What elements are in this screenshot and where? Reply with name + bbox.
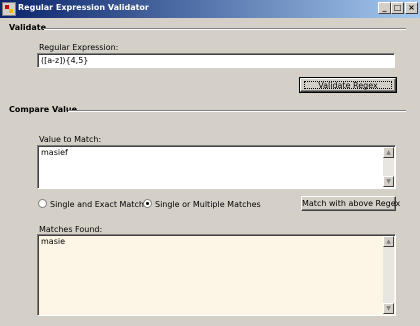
validate-group-title: Validate (9, 23, 47, 32)
focus-indicator (304, 81, 392, 89)
window-title: Regular Expression Validator (18, 3, 149, 12)
matches-scrollbar[interactable]: ▲ ▼ (383, 236, 394, 314)
radio-single-or-multiple[interactable] (143, 199, 152, 208)
regex-input[interactable]: ([a-z]){4,5} (37, 53, 395, 68)
scroll-down-icon[interactable]: ▼ (383, 303, 394, 314)
regex-label: Regular Expression: (39, 43, 119, 52)
app-icon (2, 2, 16, 16)
compare-group-divider (68, 110, 406, 112)
validate-group-divider (44, 28, 406, 30)
scroll-up-icon[interactable]: ▲ (383, 236, 394, 247)
close-button[interactable]: × (405, 2, 418, 14)
value-scrollbar[interactable]: ▲ ▼ (383, 147, 394, 187)
matches-found-text: masie (41, 237, 66, 246)
radio-single-exact-label: Single and Exact Match (50, 200, 144, 209)
value-to-match-textarea[interactable]: masief ▲ ▼ (37, 145, 396, 189)
window-titlebar: Regular Expression Validator _ □ × (0, 0, 420, 18)
scroll-up-icon[interactable]: ▲ (383, 147, 394, 158)
minimize-button[interactable]: _ (378, 2, 391, 14)
scroll-down-icon[interactable]: ▼ (383, 176, 394, 187)
value-to-match-text: masief (41, 148, 68, 157)
value-to-match-label: Value to Match: (39, 135, 102, 144)
radio-single-or-multiple-label: Single or Multiple Matches (155, 200, 261, 209)
validate-regex-button[interactable]: Validate Regex (299, 77, 397, 93)
matches-found-textarea[interactable]: masie ▲ ▼ (37, 234, 396, 316)
matches-found-label: Matches Found: (39, 225, 103, 234)
compare-group-title: Compare Value (9, 105, 77, 114)
maximize-button[interactable]: □ (391, 2, 404, 14)
match-with-regex-button[interactable]: Match with above Regex (301, 196, 400, 211)
radio-single-exact[interactable] (38, 199, 47, 208)
